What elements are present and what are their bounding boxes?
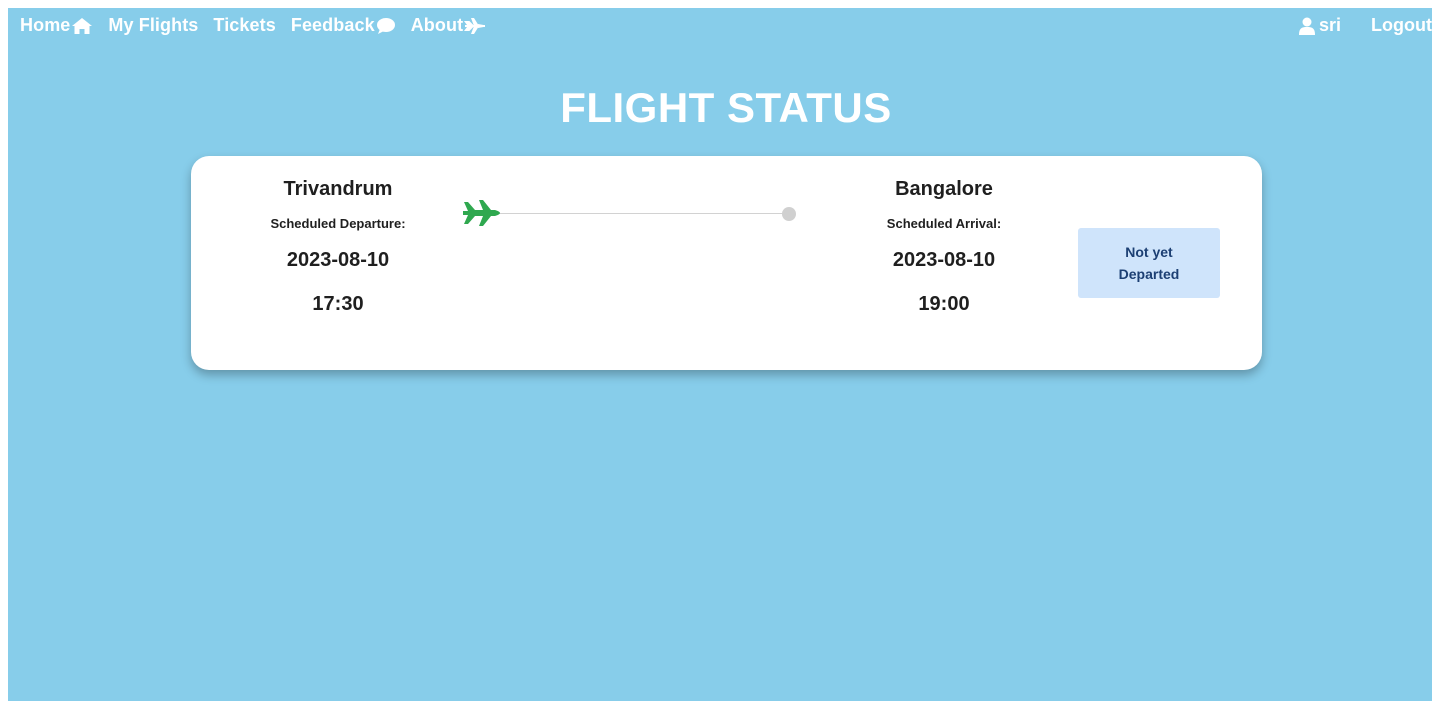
departure-date: 2023-08-10: [286, 249, 390, 271]
departure-time: 17:30: [312, 293, 364, 315]
route-line: [495, 213, 789, 214]
departure-city: Trivandrum: [283, 178, 393, 200]
nav-my-flights-label: My Flights: [108, 15, 199, 35]
nav-tickets-label: Tickets: [213, 15, 276, 35]
nav-about-link[interactable]: About: [411, 15, 486, 36]
jet-plane-icon: [463, 200, 500, 226]
user-name: sri: [1318, 15, 1342, 35]
nav-about-label: About: [410, 15, 464, 35]
arrival-time: 19:00: [918, 293, 970, 315]
chat-bubble-icon: [376, 17, 395, 34]
app-background: Home My Flights Tickets Feedback About s…: [8, 8, 1432, 701]
flight-status-card: Trivandrum Scheduled Departure: 2023-08-…: [191, 156, 1262, 370]
airplane-icon: [464, 17, 486, 34]
logout-link[interactable]: Logout: [1371, 15, 1432, 36]
nav-right: sri Logout: [1298, 15, 1432, 36]
page-title: FLIGHT STATUS: [560, 84, 892, 131]
nav-feedback-label: Feedback: [290, 15, 375, 35]
arrival-label: Scheduled Arrival:: [886, 216, 1002, 231]
arrival-date: 2023-08-10: [892, 249, 996, 271]
nav-user-menu[interactable]: sri: [1298, 15, 1342, 36]
flight-route: [461, 198, 801, 228]
navbar: Home My Flights Tickets Feedback About s…: [8, 8, 1432, 48]
user-icon: [1298, 17, 1315, 35]
nav-feedback-link[interactable]: Feedback: [291, 15, 396, 36]
nav-tickets-link[interactable]: Tickets: [213, 15, 275, 36]
destination-dot: [782, 207, 796, 221]
nav-left: Home My Flights Tickets Feedback About: [20, 15, 501, 36]
arrival-city: Bangalore: [895, 178, 993, 200]
nav-home-label: Home: [20, 15, 71, 35]
departure-info: Trivandrum Scheduled Departure: 2023-08-…: [218, 178, 458, 324]
home-icon: [72, 17, 93, 34]
nav-home-link[interactable]: Home: [20, 15, 93, 36]
flight-status-text: Not yet Departed: [1118, 244, 1180, 282]
nav-my-flights-link[interactable]: My Flights: [108, 15, 198, 36]
departure-label: Scheduled Departure:: [270, 216, 406, 231]
arrival-info: Bangalore Scheduled Arrival: 2023-08-10 …: [824, 178, 1064, 324]
flight-status-badge: Not yet Departed: [1078, 228, 1220, 298]
